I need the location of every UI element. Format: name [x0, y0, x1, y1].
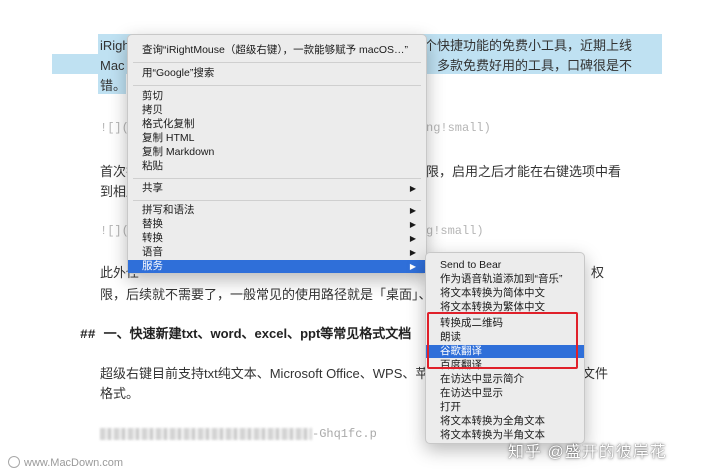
- menu-item-paste[interactable]: 粘贴: [128, 160, 426, 173]
- service-show-info[interactable]: 在访达中显示简介: [426, 373, 584, 386]
- paragraph-4-line-2: 格式。: [100, 386, 140, 401]
- macdown-logo-icon: [8, 456, 20, 468]
- submenu-arrow-icon: ▶: [409, 262, 416, 271]
- menu-item-search-google[interactable]: 用“Google”搜索: [128, 67, 426, 80]
- paragraph-4-line-1-tail: 文件: [582, 366, 609, 381]
- menu-item-copy-markdown[interactable]: 复制 Markdown: [128, 146, 426, 159]
- image-markdown-2: ![](: [100, 224, 129, 238]
- menu-item-speech-label: 语音: [142, 246, 163, 258]
- menu-item-services-label: 服务: [142, 260, 163, 272]
- menu-item-services[interactable]: 服务 ▶: [128, 260, 426, 273]
- menu-item-spelling[interactable]: 拼写和语法 ▶: [128, 204, 426, 217]
- service-add-to-music[interactable]: 作为语音轨道添加到“音乐”: [426, 273, 584, 286]
- menu-separator: [133, 62, 421, 63]
- service-to-simplified[interactable]: 将文本转换为简体中文: [426, 287, 584, 300]
- paragraph-1-line-3: 错。: [100, 78, 127, 93]
- menu-item-spelling-label: 拼写和语法: [142, 204, 195, 216]
- menu-item-format-copy[interactable]: 格式化复制: [128, 118, 426, 131]
- paragraph-4-line-1: 超级右键目前支持txt纯文本、Microsoft Office、WPS、苹果: [100, 366, 442, 381]
- submenu-arrow-icon: ▶: [409, 206, 416, 215]
- paragraph-3-line-2: 限，后续就不需要了，一般常见的使用路径就是「桌面」、「下: [100, 287, 452, 302]
- image-markdown-1: ![](: [100, 121, 129, 135]
- submenu-arrow-icon: ▶: [409, 234, 416, 243]
- watermark-site-text: www.MacDown.com: [24, 457, 124, 469]
- menu-item-transformations[interactable]: 转换 ▶: [128, 232, 426, 245]
- submenu-arrow-icon: ▶: [409, 220, 416, 229]
- submenu-arrow-icon: ▶: [409, 248, 416, 257]
- menu-item-substitutions-label: 替换: [142, 218, 163, 230]
- paragraph-1-line-1-tail: 个快捷功能的免费小工具，近期上线: [424, 38, 633, 53]
- service-open[interactable]: 打开: [426, 401, 584, 414]
- service-show-in-finder[interactable]: 在访达中显示: [426, 387, 584, 400]
- menu-item-share-label: 共享: [142, 182, 163, 194]
- section-heading: ## 一、快速新建txt、word、excel、ppt等常见格式文档: [80, 323, 411, 342]
- menu-separator: [133, 178, 421, 179]
- menu-item-substitutions[interactable]: 替换 ▶: [128, 218, 426, 231]
- menu-item-copy-html[interactable]: 复制 HTML: [128, 132, 426, 145]
- image-markdown-1-tail: ng!small): [426, 121, 491, 135]
- paragraph-1-line-2: Mac: [100, 58, 125, 73]
- menu-separator: [133, 200, 421, 201]
- menu-item-lookup[interactable]: 查询“iRightMouse（超级右键），一款能够赋予 macOS…”: [128, 44, 426, 57]
- service-send-to-bear[interactable]: Send to Bear: [426, 259, 584, 272]
- menu-separator: [133, 85, 421, 86]
- image-link-tail: -Ghq1fc.p: [312, 427, 377, 441]
- paragraph-2-line-1-tail: 限，启用之后才能在右键选项中看: [426, 164, 622, 179]
- heading-marker: ##: [80, 327, 96, 342]
- context-menu[interactable]: 查询“iRightMouse（超级右键），一款能够赋予 macOS…” 用“Go…: [127, 34, 427, 274]
- menu-item-transformations-label: 转换: [142, 232, 163, 244]
- annotation-highlight-box: [427, 312, 578, 369]
- blurred-image-link: [100, 428, 312, 440]
- paragraph-3-line-1-tail: 权: [591, 265, 605, 280]
- menu-item-share[interactable]: 共享 ▶: [128, 182, 426, 195]
- watermark-author: 知乎 @盛开的彼岸花: [508, 444, 667, 461]
- paragraph-1-line-1: iRigh: [100, 38, 130, 53]
- service-to-fullwidth[interactable]: 将文本转换为全角文本: [426, 415, 584, 428]
- menu-item-copy[interactable]: 拷贝: [128, 104, 426, 117]
- menu-item-cut[interactable]: 剪切: [128, 90, 426, 103]
- paragraph-1-line-2-tail: 多款免费好用的工具，口碑很是不: [437, 58, 633, 73]
- submenu-arrow-icon: ▶: [409, 184, 416, 193]
- heading-text: 一、快速新建txt、word、excel、ppt等常见格式文档: [103, 326, 412, 341]
- watermark-site: www.MacDown.com: [8, 456, 123, 469]
- menu-item-speech[interactable]: 语音 ▶: [128, 246, 426, 259]
- image-markdown-2-tail: g!small): [426, 224, 484, 238]
